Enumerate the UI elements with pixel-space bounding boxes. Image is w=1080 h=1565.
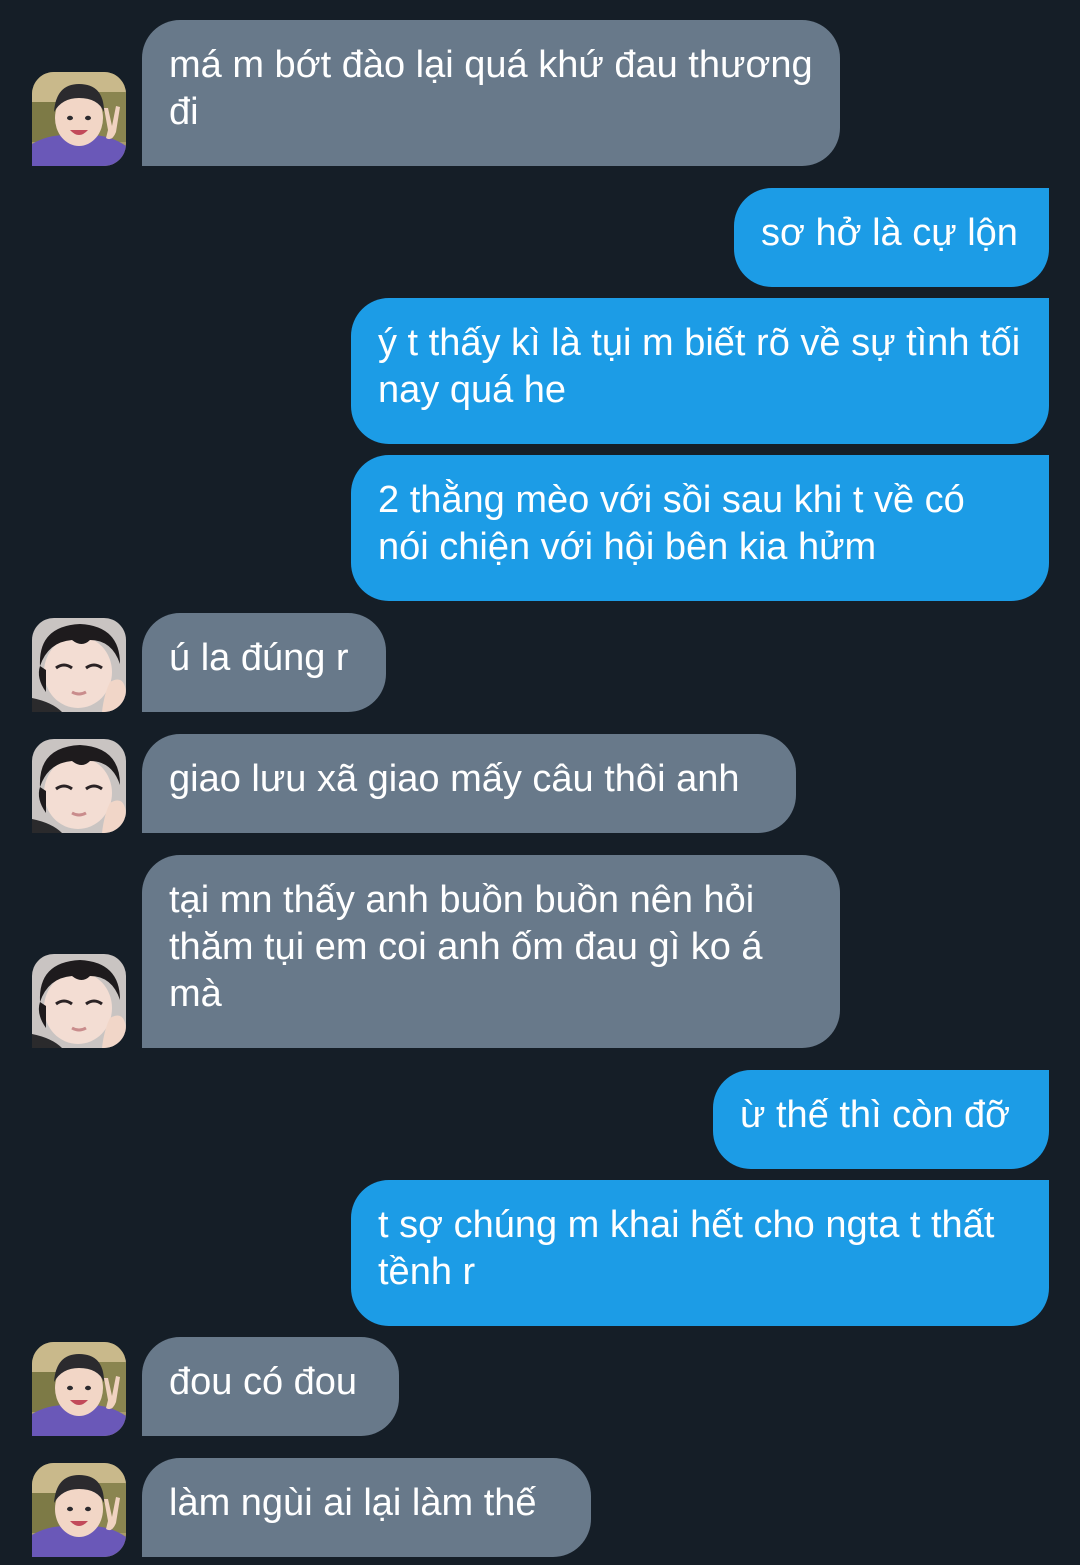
avatar-image	[32, 739, 126, 833]
outgoing-message[interactable]: ý t thấy kì là tụi m biết rõ về sự tình …	[351, 298, 1049, 444]
avatar-image	[32, 1463, 126, 1557]
avatar-image	[32, 954, 126, 1048]
avatar-image	[32, 72, 126, 166]
incoming-message[interactable]: làm ngùi ai lại làm thế	[142, 1458, 591, 1557]
outgoing-message[interactable]: t sợ chúng m khai hết cho ngta t thất tề…	[351, 1180, 1049, 1326]
boy-selfie-avatar[interactable]	[32, 618, 126, 712]
incoming-message[interactable]: giao lưu xã giao mấy câu thôi anh	[142, 734, 796, 833]
outgoing-message[interactable]: ừ thế thì còn đỡ	[713, 1070, 1049, 1169]
boy-peace-sign-avatar[interactable]	[32, 72, 126, 166]
outgoing-message[interactable]: sơ hở là cự lộn	[734, 188, 1049, 287]
conversation-thread: má m bớt đào lại quá khứ đau thương đi s…	[0, 0, 1080, 1565]
boy-selfie-avatar[interactable]	[32, 739, 126, 833]
boy-peace-sign-avatar[interactable]	[32, 1342, 126, 1436]
incoming-message[interactable]: má m bớt đào lại quá khứ đau thương đi	[142, 20, 840, 166]
incoming-message[interactable]: ú la đúng r	[142, 613, 386, 712]
incoming-message[interactable]: đou có đou	[142, 1337, 399, 1436]
boy-peace-sign-avatar[interactable]	[32, 1463, 126, 1557]
boy-selfie-avatar[interactable]	[32, 954, 126, 1048]
outgoing-message[interactable]: 2 thằng mèo với sồi sau khi t về có nói …	[351, 455, 1049, 601]
avatar-image	[32, 618, 126, 712]
avatar-image	[32, 1342, 126, 1436]
incoming-message[interactable]: tại mn thấy anh buồn buồn nên hỏi thăm t…	[142, 855, 840, 1048]
